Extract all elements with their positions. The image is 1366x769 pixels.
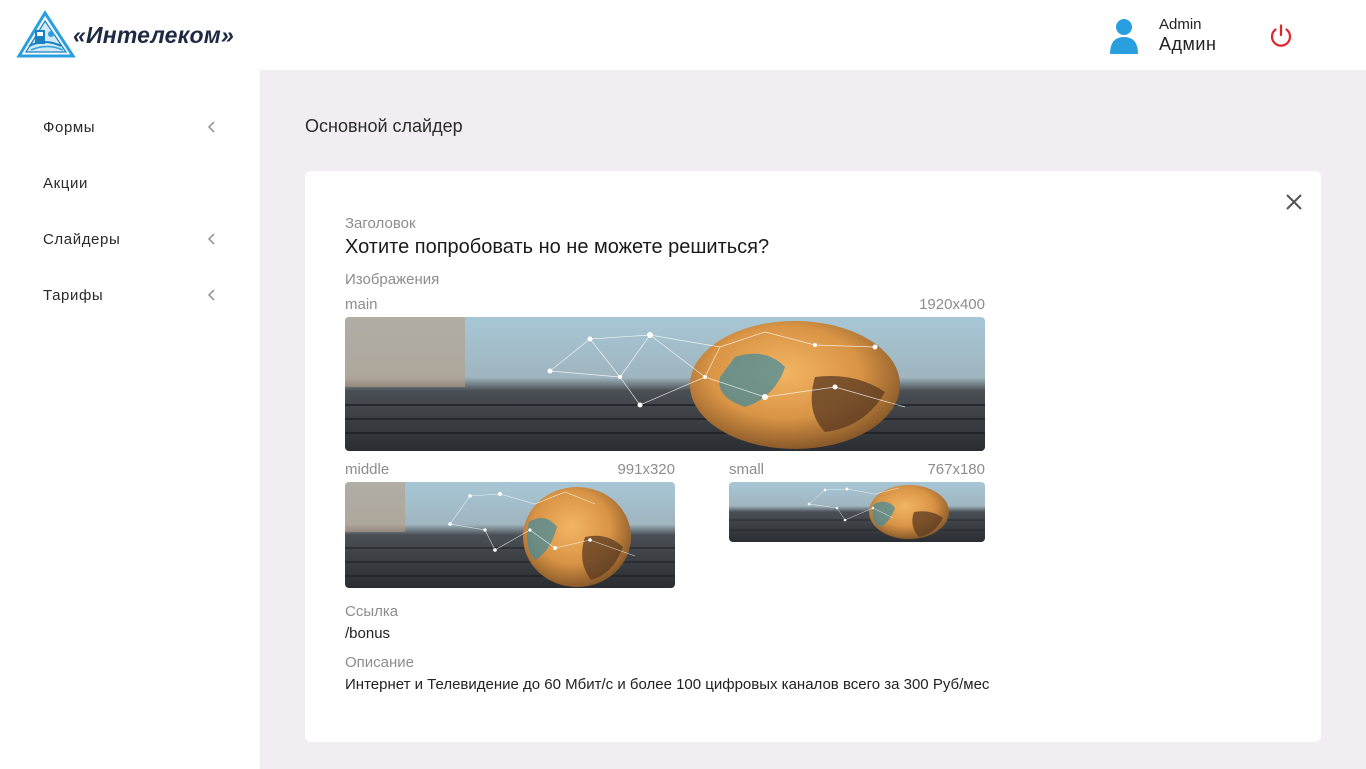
sidebar-item-promotions[interactable]: Акции <box>0 163 260 203</box>
sidebar-item-label: Тарифы <box>43 286 104 304</box>
image-middle-size: 991x320 <box>617 461 675 478</box>
brand-name: «Интелеком» <box>73 21 234 48</box>
close-icon[interactable] <box>1283 191 1305 213</box>
slide-link: /bonus <box>345 625 391 642</box>
image-small-name: small <box>729 461 765 478</box>
user-avatar-icon <box>1110 19 1138 54</box>
image-small-size: 767x180 <box>927 461 985 478</box>
top-bar: «Интелеком» Admin Админ <box>0 0 1366 70</box>
image-main-size: 1920x400 <box>919 296 985 313</box>
description-label: Описание <box>345 654 415 671</box>
sidebar: Формы Акции Слайдеры Тарифы <box>0 70 260 769</box>
user-name: Админ <box>1159 34 1217 55</box>
sidebar-item-label: Слайдеры <box>43 230 121 248</box>
main-content: Основной слайдер Заголовок Хотите попроб… <box>260 70 1366 769</box>
link-label: Ссылка <box>345 603 399 620</box>
images-label: Изображения <box>345 271 440 288</box>
heading-label: Заголовок <box>345 215 416 232</box>
power-icon[interactable] <box>1268 23 1294 49</box>
slide-description: Интернет и Телевидение до 60 Мбит/с и бо… <box>345 676 990 693</box>
user-profile[interactable]: Admin Админ <box>1108 14 1216 58</box>
sidebar-item-sliders[interactable]: Слайдеры <box>0 219 260 259</box>
sidebar-item-label: Акции <box>43 174 88 192</box>
brand-logo[interactable]: «Интелеком» <box>15 10 234 60</box>
globe-on-keyboard-image <box>345 482 675 588</box>
user-info: Admin Админ <box>1159 15 1217 55</box>
slide-card: Заголовок Хотите попробовать но не может… <box>305 171 1321 742</box>
globe-on-keyboard-image <box>345 317 985 451</box>
chevron-left-icon <box>208 233 215 245</box>
image-main[interactable] <box>345 317 985 451</box>
sidebar-item-label: Формы <box>43 118 96 136</box>
page-title: Основной слайдер <box>305 116 463 136</box>
image-small[interactable] <box>729 482 985 542</box>
user-role: Admin <box>1159 15 1202 33</box>
chevron-left-icon <box>208 289 215 301</box>
slide-heading: Хотите попробовать но не можете решиться… <box>345 236 770 258</box>
sidebar-item-forms[interactable]: Формы <box>0 107 260 147</box>
image-middle[interactable] <box>345 482 675 588</box>
image-main-name: main <box>345 296 378 313</box>
globe-on-keyboard-image <box>729 482 985 542</box>
intelecom-logo-icon <box>16 10 76 58</box>
image-middle-name: middle <box>345 461 390 478</box>
chevron-left-icon <box>208 121 215 133</box>
sidebar-item-tariffs[interactable]: Тарифы <box>0 275 260 315</box>
